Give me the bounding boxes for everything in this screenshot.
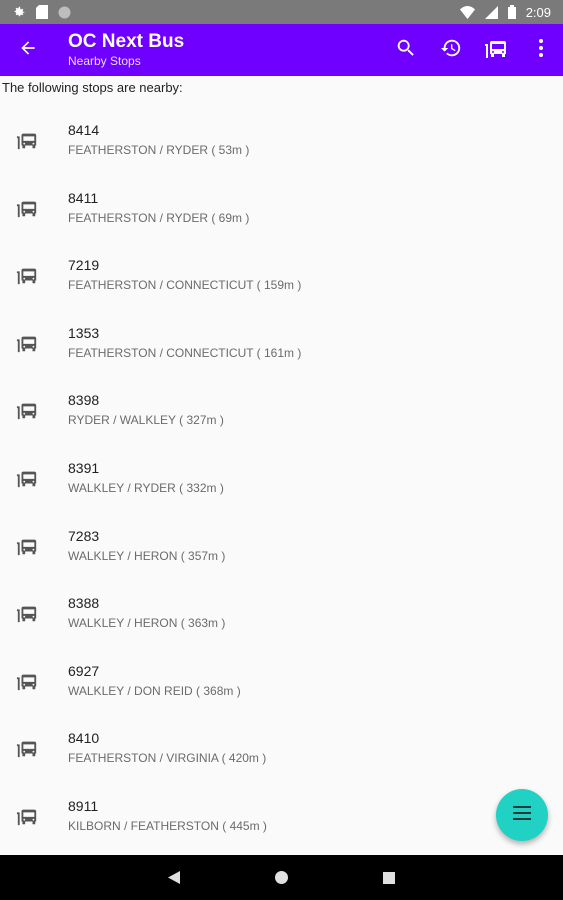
bus-stop-icon [16,738,38,758]
back-button[interactable] [0,24,56,76]
menu-fab[interactable] [496,789,548,841]
back-nav-button[interactable] [168,871,180,884]
stop-number: 6927 [68,662,100,679]
bus-stop-icon [484,38,508,63]
stop-description: FEATHERSTON / VIRGINIA ( 420m ) [68,751,267,766]
stop-description: FEATHERSTON / RYDER ( 53m ) [68,143,250,157]
stop-number: 8411 [68,189,99,206]
wifi-icon [459,5,475,19]
list-item[interactable]: 8414 FEATHERSTON / RYDER ( 53m ) [0,96,563,164]
list-item[interactable]: 8411 FEATHERSTON / RYDER ( 69m ) [0,164,563,232]
list-item[interactable]: 8410 FEATHERSTON / VIRGINIA ( 420m ) [0,704,563,772]
sd-card-icon [36,5,48,19]
signal-icon [484,5,498,19]
history-button[interactable] [428,24,473,76]
app-bar: OC Next Bus Nearby Stops [0,24,563,76]
history-icon [440,37,462,64]
settings-icon [12,5,26,19]
stops-button[interactable] [473,24,518,76]
list-item[interactable]: 8398 RYDER / WALKLEY ( 327m ) [0,366,563,434]
stop-description: WALKLEY / RYDER ( 332m ) [68,480,224,495]
bus-stop-icon [16,468,38,488]
list-item[interactable]: 6927 WALKLEY / DON REID ( 368m ) [0,637,563,705]
search-button[interactable] [383,24,428,76]
stop-number: 8398 [68,392,100,409]
bus-stop-icon [16,671,38,691]
bus-stop-icon [16,333,38,353]
home-nav-button[interactable] [275,871,288,884]
status-bar: 2:09 [0,0,563,24]
circle-icon [58,6,71,19]
stop-description: FEATHERSTON / CONNECTICUT ( 159m ) [68,278,302,293]
stop-description: RYDER / WALKLEY ( 327m ) [68,413,224,428]
stop-number: 7219 [68,257,100,274]
stop-number: 8911 [68,797,99,814]
more-vert-icon [538,38,544,63]
list-item[interactable]: 8391 WALKLEY / RYDER ( 332m ) [0,434,563,502]
menu-icon [513,805,531,825]
stop-description: WALKLEY / HERON ( 363m ) [68,616,226,631]
bus-stop-icon [16,603,38,623]
recents-nav-button[interactable] [383,871,395,884]
bus-stop-icon [16,265,38,285]
app-subtitle: Nearby Stops [68,54,141,68]
intro-text: The following stops are nearby: [2,80,183,95]
stop-number: 8410 [68,730,100,747]
stop-number: 8414 [68,122,100,138]
stop-list: 8414 FEATHERSTON / RYDER ( 53m ) 8411 FE… [0,96,563,840]
bus-stop-icon [16,806,38,826]
stop-number: 8391 [68,459,100,476]
stop-description: WALKLEY / DON REID ( 368m ) [68,683,241,698]
arrow-back-icon [18,38,38,63]
overflow-menu-button[interactable] [518,24,563,76]
list-item[interactable]: 8388 WALKLEY / HERON ( 363m ) [0,569,563,637]
list-item[interactable]: 7219 FEATHERSTON / CONNECTICUT ( 159m ) [0,231,563,299]
app-title: OC Next Bus [68,31,185,52]
list-item[interactable]: 8911 KILBORN / FEATHERSTON ( 445m ) [0,772,563,840]
bus-stop-icon [16,536,38,556]
system-nav-bar [0,855,563,900]
search-icon [395,37,417,64]
status-time: 2:09 [525,4,551,20]
stop-description: FEATHERSTON / RYDER ( 69m ) [68,210,250,225]
stop-number: 7283 [68,527,100,544]
list-item[interactable]: 7283 WALKLEY / HERON ( 357m ) [0,502,563,570]
battery-icon [507,5,516,19]
stop-description: WALKLEY / HERON ( 357m ) [68,548,226,563]
stop-number: 8388 [68,595,100,612]
stop-description: KILBORN / FEATHERSTON ( 445m ) [68,818,267,833]
bus-stop-icon [16,400,38,420]
stop-number: 1353 [68,324,100,341]
stop-description: FEATHERSTON / CONNECTICUT ( 161m ) [68,345,302,360]
bus-stop-icon [16,198,38,218]
bus-stop-icon [16,130,38,150]
list-item[interactable]: 1353 FEATHERSTON / CONNECTICUT ( 161m ) [0,299,563,367]
